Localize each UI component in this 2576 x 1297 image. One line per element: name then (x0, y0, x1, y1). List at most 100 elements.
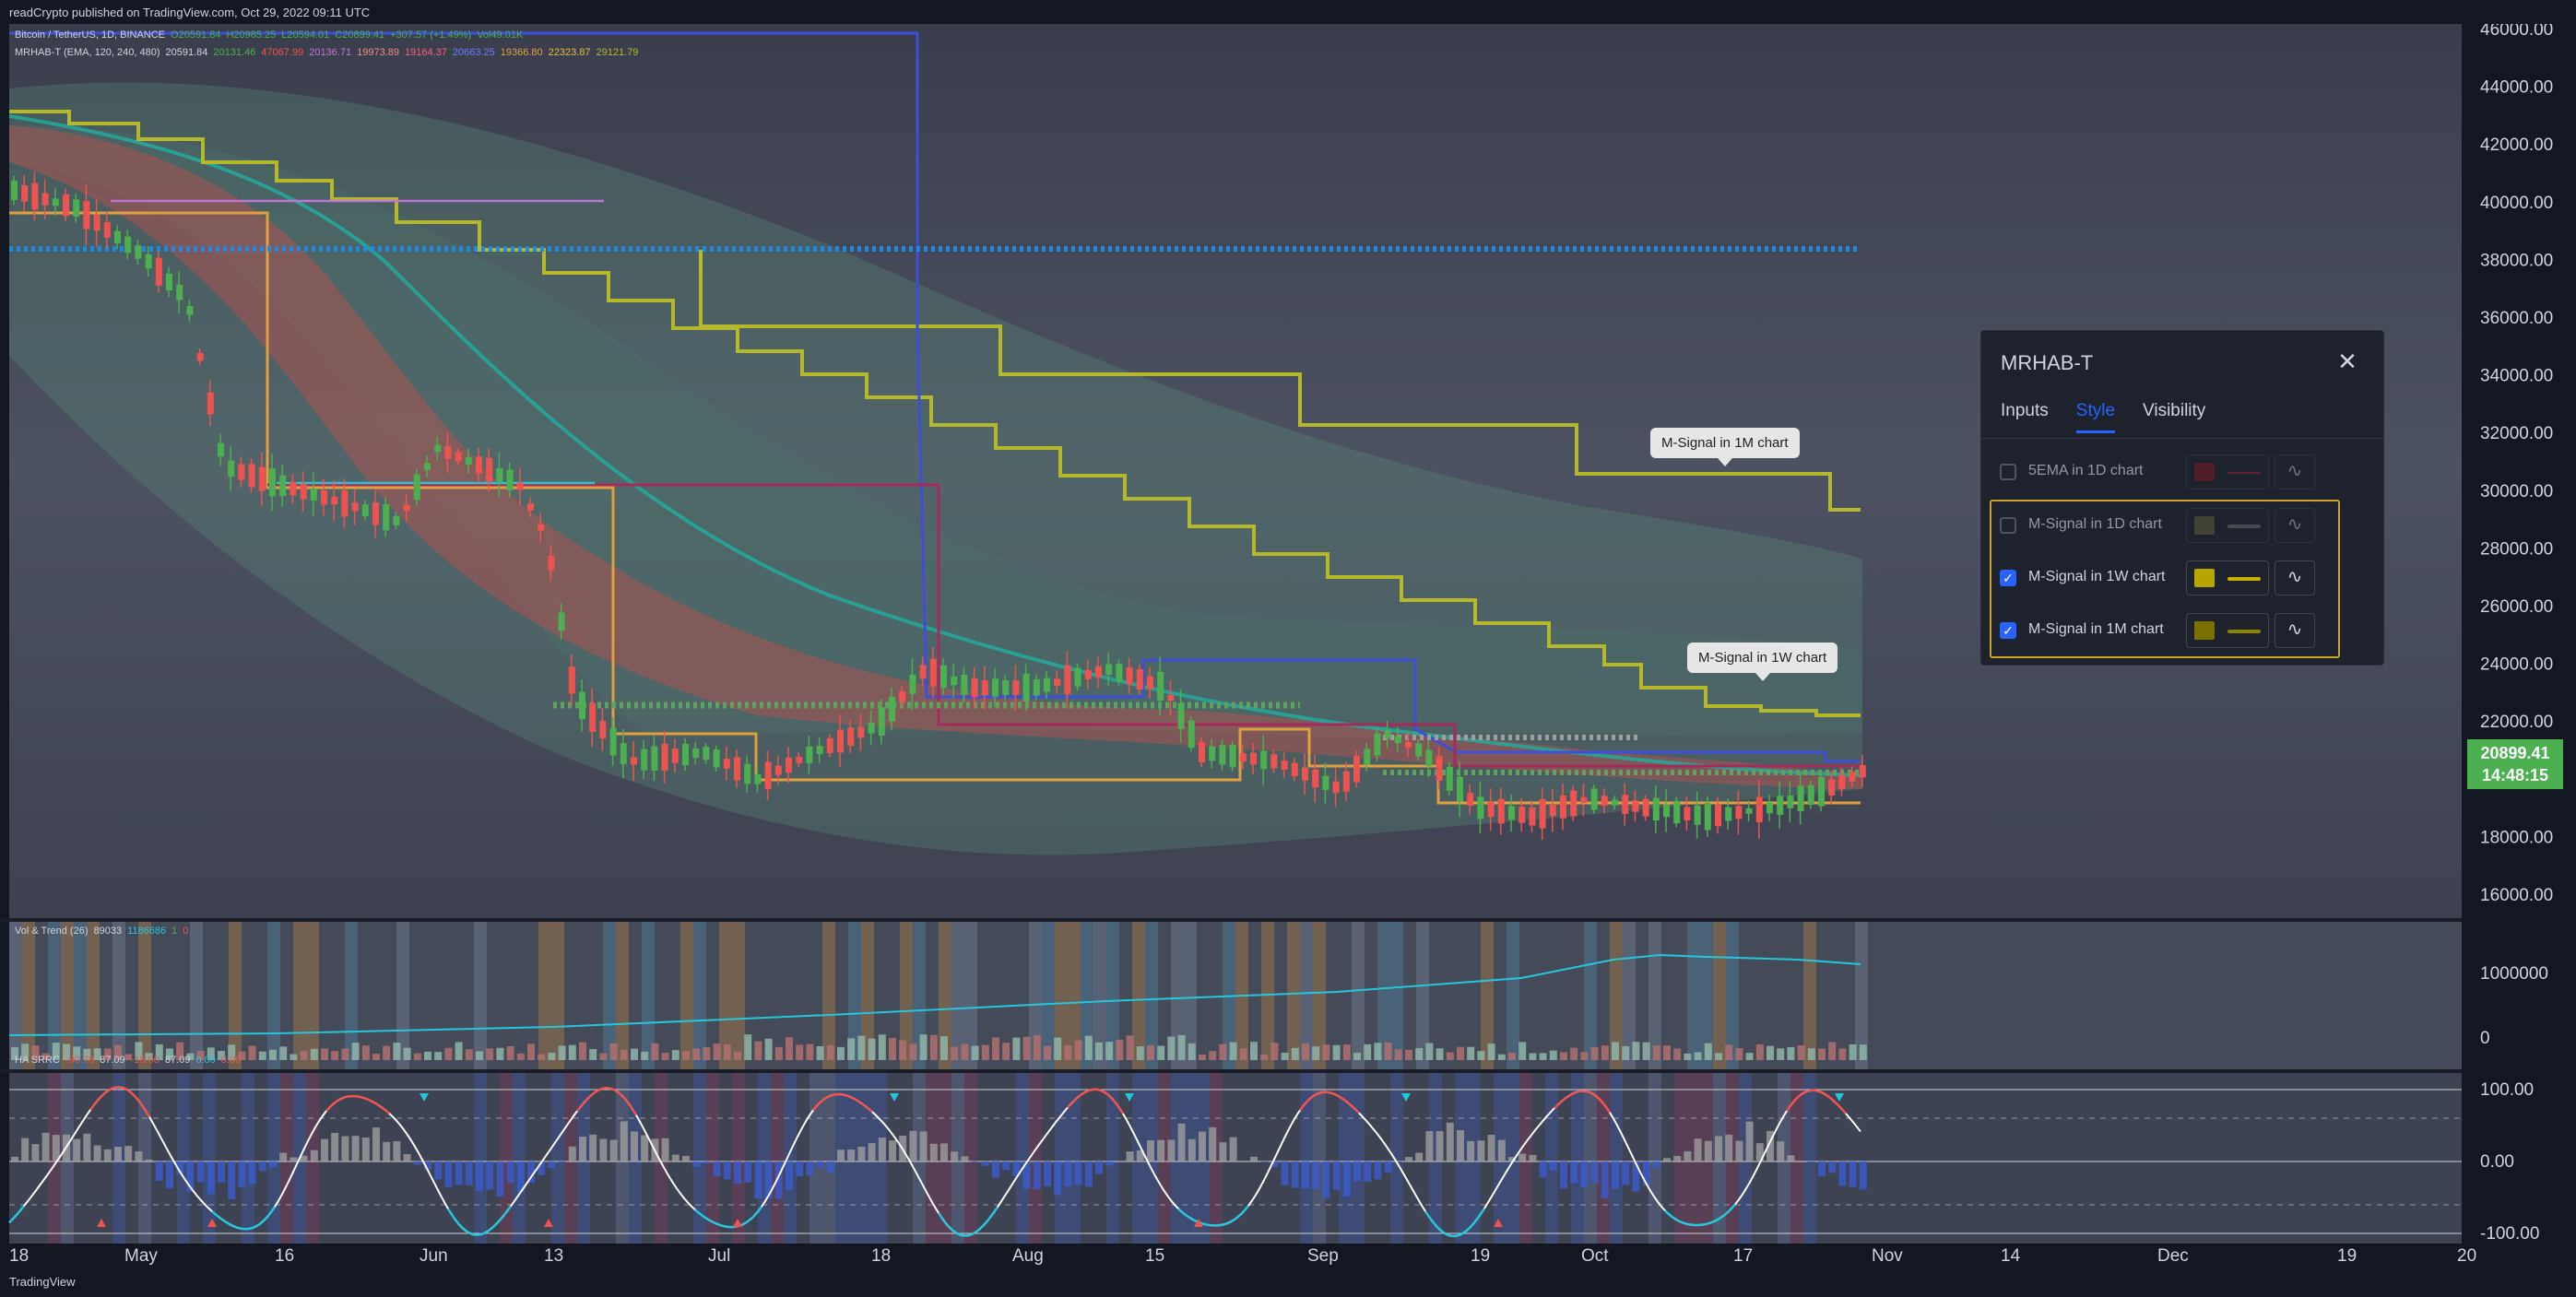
tab-inputs[interactable]: Inputs (2001, 401, 2049, 430)
time-tick: 19 (2337, 1246, 2357, 1266)
time-tick: 18 (9, 1246, 29, 1266)
dialog-tabs: Inputs Style Visibility (2001, 401, 2233, 438)
osc-value-3: -15.00 (130, 1055, 160, 1066)
change-value: +307.57 (+1.49%) (390, 29, 472, 41)
plot-style-button[interactable]: ∿ (2275, 454, 2315, 489)
symbol-legend: Bitcoin / TetherUS, 1D, BINANCE O20591.84… (15, 29, 528, 41)
top-bar: readCrypto published on TradingView.com,… (0, 0, 2576, 24)
indicator-name[interactable]: MRHAB-T (EMA, 120, 240, 480) (15, 47, 160, 58)
time-tick: Oct (1581, 1246, 1609, 1266)
osc-value-2: 87.09 (100, 1055, 125, 1066)
vol-flag-2: 0 (183, 926, 189, 937)
price-tick: 38000.00 (2480, 251, 2553, 270)
indicator-value-8: 19973.89 (357, 47, 399, 58)
bar-countdown: 14:48:15 (2481, 766, 2549, 784)
price-tick: 28000.00 (2480, 539, 2553, 559)
line-style-icon: ∿ (2286, 461, 2303, 481)
price-tick: 32000.00 (2480, 424, 2553, 443)
osc-tick: 0.00 (2480, 1152, 2514, 1172)
annotation-m-signal-1w[interactable]: M-Signal in 1W chart (1687, 643, 1838, 681)
price-tick: 16000.00 (2480, 886, 2553, 905)
time-tick: Aug (1012, 1246, 1044, 1266)
price-tick: 26000.00 (2480, 597, 2553, 617)
indicator-value-14: 29121.79 (596, 47, 639, 58)
vol-trend-value: 1186686 (127, 926, 167, 937)
indicator-value-1: 20591.84 (165, 47, 208, 58)
time-tick: Sep (1307, 1246, 1339, 1266)
time-tick: Jul (708, 1246, 730, 1266)
volume-tick: 0 (2480, 1029, 2490, 1048)
price-tick: 44000.00 (2480, 78, 2553, 98)
vol-flag-1: 1 (171, 926, 178, 937)
time-tick: 15 (1145, 1246, 1164, 1266)
line-style-preview (2227, 472, 2261, 474)
highlight-box (1990, 500, 2340, 658)
osc-value-6: 0.00 (220, 1055, 242, 1066)
dialog-title: MRHAB-T (2001, 351, 2094, 374)
close-value: C20899.41 (335, 29, 385, 41)
price-tick: 40000.00 (2480, 194, 2553, 213)
indicator-value-9: 19164.37 (404, 47, 447, 58)
tradingview-logo[interactable]: TradingView (9, 1275, 76, 1289)
low-value: L20594.01 (281, 29, 330, 41)
time-tick: 17 (1733, 1246, 1753, 1266)
tab-visibility[interactable]: Visibility (2143, 401, 2205, 430)
time-tick: Jun (419, 1246, 448, 1266)
volume-value: Vol49.01K (477, 29, 524, 41)
time-tick: 19 (1471, 1246, 1490, 1266)
publish-info: readCrypto published on TradingView.com,… (9, 6, 371, 19)
indicator-value-12: 19366.80 (500, 47, 543, 58)
vol-indicator-name[interactable]: Vol & Trend (26) (15, 926, 89, 937)
indicator-value-2: 20131.46 (213, 47, 256, 58)
indicator-value-4: 47067.99 (261, 47, 304, 58)
last-price-label: 20899.41 14:48:15 (2467, 739, 2563, 789)
time-axis[interactable] (0, 1244, 2576, 1268)
style-row-5ema-1d: 5EMA in 1D chart ∿ (1981, 451, 2383, 491)
time-tick: 20 (2457, 1246, 2476, 1266)
osc-tick: 100.00 (2480, 1080, 2534, 1100)
time-tick: 14 (2001, 1246, 2021, 1266)
color-swatch-button[interactable] (2186, 454, 2269, 489)
time-tick: 18 (871, 1246, 891, 1266)
osc-tick: -100.00 (2480, 1224, 2539, 1244)
price-tick: 42000.00 (2480, 136, 2553, 155)
time-tick: 13 (544, 1246, 563, 1266)
open-value: O20591.84 (171, 29, 221, 41)
osc-value-5: 0.00 (195, 1055, 216, 1066)
osc-indicator-name[interactable]: HA SRRC (15, 1055, 60, 1066)
price-tick: 24000.00 (2480, 655, 2553, 675)
annotation-m-signal-1m[interactable]: M-Signal in 1M chart (1650, 428, 1800, 466)
oscillator-legend: HA SRRC -90.78 87.09 -15.00 87.09 0.00 0.00 (15, 1055, 246, 1066)
price-tick: 30000.00 (2480, 482, 2553, 501)
time-tick: Nov (1872, 1246, 1903, 1266)
symbol-name[interactable]: Bitcoin / TetherUS, 1D, BINANCE (15, 29, 165, 41)
close-icon[interactable]: ✕ (2334, 348, 2361, 375)
indicator-value-7: 20136.71 (309, 47, 352, 58)
tab-style[interactable]: Style (2075, 401, 2116, 433)
vol-value: 89033 (93, 926, 123, 937)
row-label: 5EMA in 1D chart (2028, 463, 2144, 478)
price-tick: 36000.00 (2480, 309, 2553, 328)
checkbox-5ema-1d[interactable] (2000, 464, 2016, 480)
osc-value-4: 87.09 (164, 1055, 191, 1066)
indicator-value-10: 20663.25 (452, 47, 495, 58)
volume-legend: Vol & Trend (26) 89033 1186686 1 0 (15, 926, 194, 937)
time-tick: 16 (275, 1246, 294, 1266)
time-tick: Dec (2157, 1246, 2189, 1266)
price-tick: 18000.00 (2480, 828, 2553, 847)
volume-tick: 1000000 (2480, 964, 2548, 984)
footer-bar: TradingView (0, 1268, 2576, 1297)
last-price-value: 20899.41 (2480, 744, 2550, 762)
color-swatch (2194, 463, 2215, 481)
price-tick: 46000.00 (2480, 24, 2553, 40)
indicator-legend: MRHAB-T (EMA, 120, 240, 480) 20591.84 2013… (15, 47, 644, 58)
indicator-value-13: 22323.87 (548, 47, 591, 58)
pane-separator (0, 918, 2576, 922)
price-tick: 22000.00 (2480, 713, 2553, 732)
osc-value-1: -90.78 (65, 1055, 95, 1066)
price-tick: 34000.00 (2480, 367, 2553, 386)
high-value: H20985.25 (226, 29, 277, 41)
time-tick: May (124, 1246, 158, 1266)
tabs-divider (1981, 438, 2383, 439)
pane-separator-2 (0, 1069, 2576, 1073)
